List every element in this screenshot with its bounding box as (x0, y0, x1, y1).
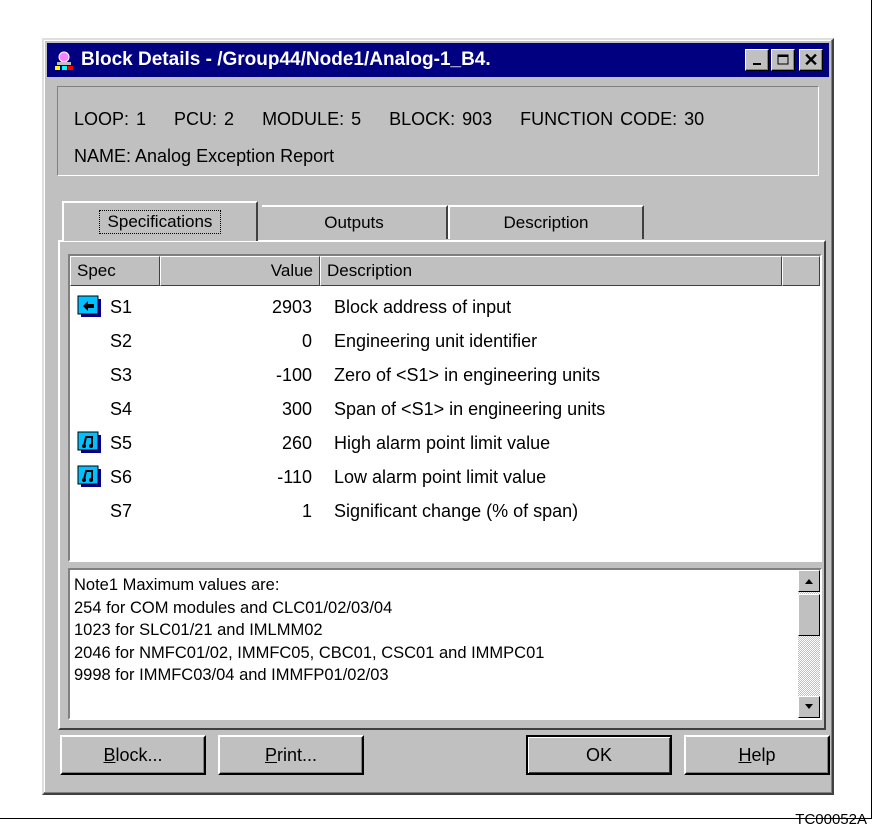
grid-header: Spec Value Description (70, 256, 820, 286)
table-row[interactable]: S1 2903 Block address of input (70, 290, 511, 324)
table-row[interactable]: S6 -110 Low alarm point limit value (70, 460, 546, 494)
tab-specifications[interactable]: Specifications (62, 201, 258, 241)
help-button-label: elp (751, 744, 776, 765)
scroll-up-icon[interactable] (798, 570, 820, 592)
scroll-down-icon[interactable] (798, 696, 820, 718)
note-line: 254 for COM modules and CLC01/02/03/04 (74, 598, 393, 617)
print-button-label: rint... (277, 744, 318, 765)
note-line: 2046 for NMFC01/02, IMMFC05, CBC01, CSC0… (74, 643, 545, 662)
loop-label: LOOP: 1 (74, 109, 147, 129)
spec-id: S7 (110, 500, 133, 521)
close-glyph: ✕ (803, 49, 819, 70)
print-button[interactable]: Print... (218, 735, 364, 775)
ok-button-label: OK (585, 744, 612, 765)
table-row[interactable]: S7 1 Significant change (% of span) (70, 494, 578, 528)
spec-description: Span of <S1> in engineering units (334, 398, 606, 419)
spec-id: S5 (110, 432, 133, 453)
spec-description: Engineering unit identifier (334, 330, 538, 351)
column-header-spec[interactable]: Spec (70, 256, 160, 286)
module-label: MODULE: 5 (262, 109, 362, 129)
maximize-icon[interactable] (771, 49, 795, 71)
block-button-mnemonic: B (103, 744, 116, 765)
spec-id: S4 (110, 398, 133, 419)
spec-description: Low alarm point limit value (334, 466, 547, 487)
table-row[interactable]: S4 300 Span of <S1> in engineering units (70, 392, 605, 426)
tab-description-label: Description (503, 213, 589, 232)
specifications-panel: Spec Value Description S1 2903 Block add… (58, 240, 826, 730)
notes-text: Note1 Maximum values are: 254 for COM mo… (74, 574, 544, 687)
function-code-label: FUNCTION CODE: 30 (520, 109, 705, 129)
print-button-mnemonic: P (264, 744, 277, 765)
window-title: Block Details - /Group44/Node1/Analog-1_… (81, 49, 491, 70)
block-info-panel: LOOP: 1 PCU: 2 MODULE: 5 BLOCK: 903 FUNCTION… (57, 86, 819, 176)
block-details-window: Block Details - /Group44/Node1/Analog-1_… (42, 38, 834, 795)
spec-value: 260 (281, 432, 312, 453)
app-icon (53, 49, 75, 71)
spec-id: S2 (110, 330, 133, 351)
tune-icon (70, 431, 110, 455)
help-button-mnemonic: H (738, 744, 752, 765)
column-header-value[interactable]: Value (160, 256, 320, 286)
spec-value: -110 (277, 466, 312, 487)
tab-strip: Specifications Outputs Description (58, 201, 818, 241)
tune-icon (70, 465, 110, 489)
note-line: 1023 for SLC01/21 and IMLMM02 (74, 621, 323, 639)
block-button[interactable]: Block... (60, 735, 206, 775)
tab-specifications-label: Specifications (98, 210, 222, 234)
spec-value: 1 (301, 500, 312, 521)
input-arrow-icon (70, 295, 110, 319)
notes-box[interactable]: Note1 Maximum values are: 254 for COM mo… (68, 568, 822, 720)
spec-description: Zero of <S1> in engineering units (334, 364, 601, 385)
spec-grid[interactable]: Spec Value Description S1 2903 Block add… (68, 254, 822, 562)
ok-button[interactable]: OK (526, 735, 672, 775)
spec-id: S1 (110, 296, 133, 317)
table-row[interactable]: S5 260 High alarm point limit value (70, 426, 550, 460)
spec-id: S3 (110, 364, 133, 385)
spec-description: Block address of input (334, 296, 512, 317)
tab-outputs-label: Outputs (324, 213, 384, 232)
title-bar[interactable]: Block Details - /Group44/Node1/Analog-1_… (47, 43, 829, 77)
block-info-line: LOOP: 1 PCU: 2 MODULE: 5 BLOCK: 903 FUNCTION… (74, 109, 704, 130)
table-row[interactable]: S2 0 Engineering unit identifier (70, 324, 537, 358)
notes-scrollbar[interactable] (798, 570, 820, 718)
figure-id: TC00052A (795, 811, 867, 828)
tab-outputs[interactable]: Outputs (262, 205, 448, 239)
spec-value: -100 (275, 364, 312, 385)
scroll-thumb[interactable] (798, 594, 820, 636)
tab-description[interactable]: Description (448, 205, 644, 239)
help-button[interactable]: Help (684, 735, 830, 775)
table-row[interactable]: S3 -100 Zero of <S1> in engineering unit… (70, 358, 600, 392)
column-header-filler (782, 256, 820, 286)
block-name-label: NAME: Analog Exception Report (74, 146, 335, 166)
minimize-icon[interactable] (745, 49, 769, 71)
spec-value: 2903 (271, 296, 312, 317)
spec-description: High alarm point limit value (334, 432, 551, 453)
pcu-label: PCU: 2 (174, 109, 235, 129)
spec-id: S6 (110, 466, 133, 487)
block-label: BLOCK: 903 (389, 109, 493, 129)
column-header-description[interactable]: Description (320, 256, 782, 286)
spec-description: Significant change (% of span) (334, 500, 579, 521)
block-button-label: lock... (115, 744, 163, 765)
spec-value: 0 (301, 330, 312, 351)
note-line: Note1 Maximum values are: (74, 576, 280, 594)
spec-value: 300 (281, 398, 312, 419)
note-line: 9998 for IMMFC03/04 and IMMFP01/02/03 (74, 666, 389, 684)
close-icon[interactable]: ✕ (799, 49, 823, 71)
